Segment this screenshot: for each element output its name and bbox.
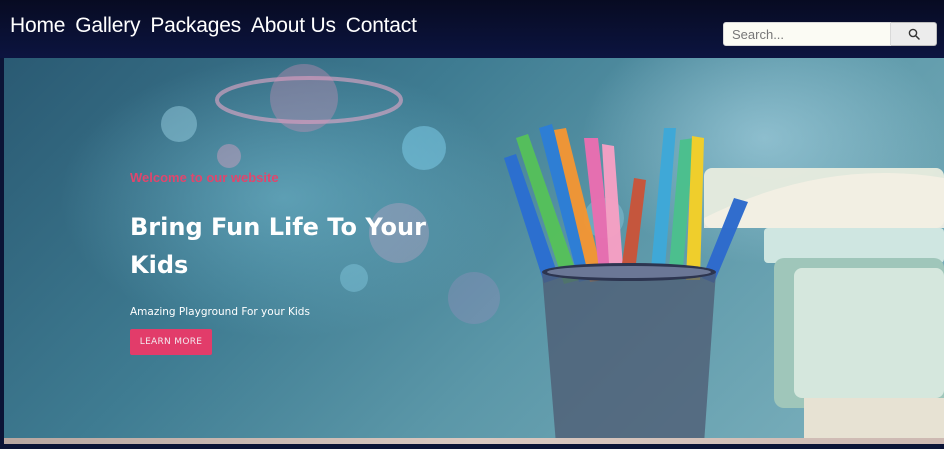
pencil-holder: [542, 263, 716, 444]
nav-link-packages[interactable]: Packages: [150, 14, 241, 38]
hero-banner: Welcome to our website Bring Fun Life To…: [4, 58, 944, 444]
page: Home Gallery Packages About Us Contact S…: [0, 0, 944, 449]
search-form: [723, 22, 937, 46]
nav-link-gallery[interactable]: Gallery: [75, 14, 140, 38]
nav-link-contact[interactable]: Contact: [346, 14, 417, 38]
top-navbar: Home Gallery Packages About Us Contact: [0, 0, 944, 58]
nav-links: Home Gallery Packages About Us Contact: [10, 14, 417, 38]
search-button[interactable]: [891, 22, 937, 46]
hero-bottom-strip: [4, 438, 944, 444]
nav-link-home[interactable]: Home: [10, 14, 65, 38]
learn-more-button[interactable]: LEARN MORE: [130, 329, 212, 355]
search-input[interactable]: [723, 22, 891, 46]
welcome-text: Welcome to our website: [130, 170, 279, 185]
search-icon: [908, 28, 920, 40]
nav-link-about-us[interactable]: About Us: [251, 14, 336, 38]
hero-subtext: Amazing Playground For your Kids: [130, 306, 310, 318]
hero-headline: Bring Fun Life To Your Kids: [130, 213, 426, 279]
